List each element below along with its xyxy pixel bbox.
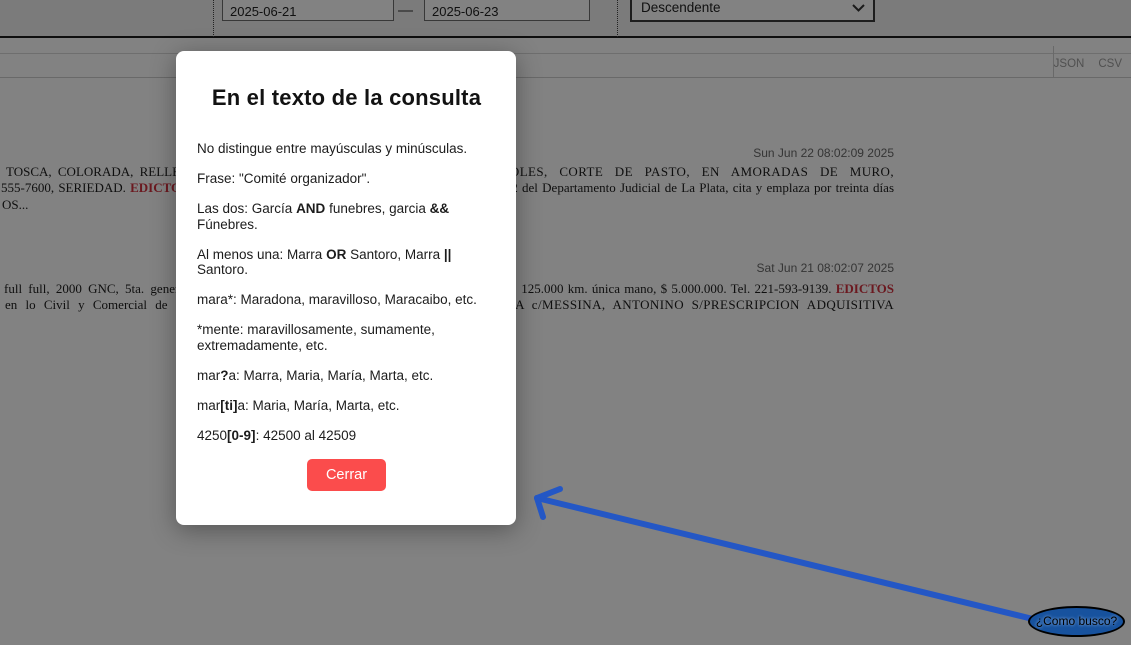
modal-paragraph: *mente: maravillosamente, sumamente, ext… (197, 322, 496, 353)
modal-paragraph: 4250[0-9]: 42500 al 42509 (197, 428, 496, 444)
modal-paragraph: Frase: "Comité organizador". (197, 171, 496, 187)
modal-body: No distingue entre mayúsculas y minúscul… (197, 141, 496, 443)
modal-paragraph: mara*: Maradona, maravilloso, Maracaibo,… (197, 292, 496, 308)
modal-backdrop (0, 0, 1131, 645)
modal-paragraph: Al menos una: Marra OR Santoro, Marra ||… (197, 247, 496, 278)
modal-paragraph: mar?a: Marra, Maria, María, Marta, etc. (197, 368, 496, 384)
modal-paragraph: Las dos: García AND funebres, garcia && … (197, 201, 496, 232)
modal-paragraph: mar[ti]a: Maria, María, Marta, etc. (197, 398, 496, 414)
modal-paragraph: No distingue entre mayúsculas y minúscul… (197, 141, 496, 157)
como-busco-button[interactable]: ¿Como busco? (1028, 606, 1125, 637)
help-modal: En el texto de la consulta No distingue … (176, 51, 516, 525)
close-button[interactable]: Cerrar (307, 459, 386, 491)
modal-title: En el texto de la consulta (197, 85, 496, 111)
